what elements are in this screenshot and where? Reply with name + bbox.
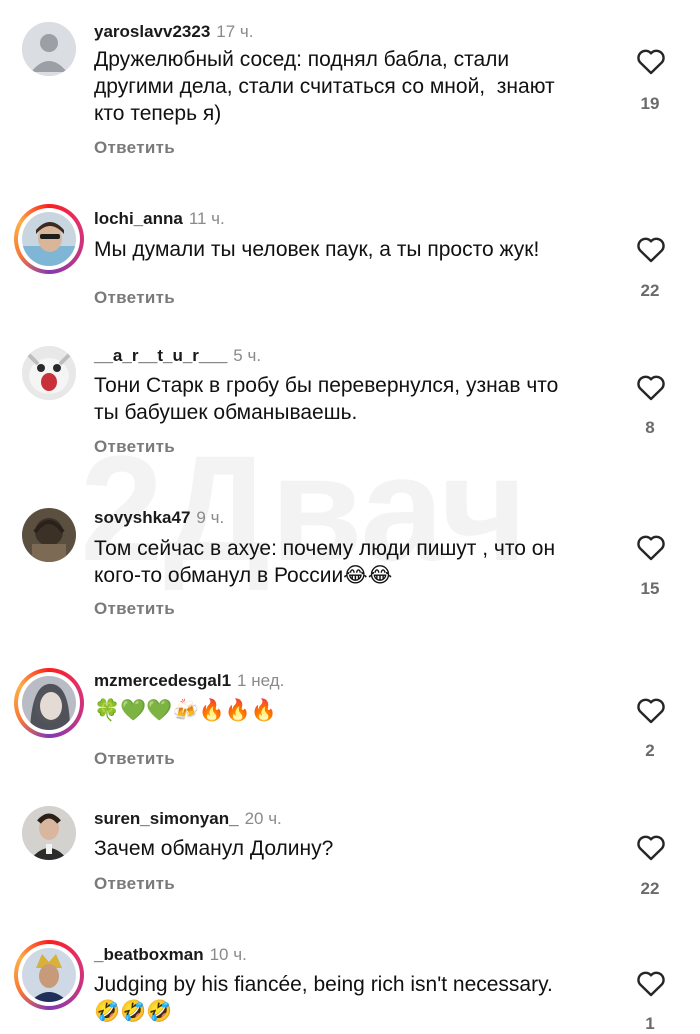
story-ring-gap bbox=[18, 208, 80, 270]
heart-outline-icon bbox=[637, 835, 665, 861]
username[interactable]: lochi_anna bbox=[94, 209, 183, 228]
reply-button[interactable]: Ответить bbox=[94, 138, 175, 158]
avatar[interactable] bbox=[22, 806, 76, 860]
like-button[interactable] bbox=[634, 966, 668, 1000]
avatar[interactable] bbox=[22, 22, 76, 76]
timestamp: 5 ч. bbox=[233, 346, 262, 365]
heart-outline-icon bbox=[637, 698, 665, 724]
comment-text: Мы думали ты человек паук, а ты просто ж… bbox=[94, 238, 540, 261]
story-ring-gap bbox=[18, 672, 80, 734]
avatar[interactable] bbox=[22, 346, 76, 400]
username[interactable]: mzmercedesgal1 bbox=[94, 671, 231, 690]
comment-meta: yaroslavv2323 17 ч. bbox=[94, 22, 254, 42]
avatar[interactable] bbox=[14, 204, 84, 274]
avatar-photo bbox=[22, 676, 76, 730]
like-button[interactable] bbox=[634, 370, 668, 404]
heart-outline-icon bbox=[637, 375, 665, 401]
avatar-photo bbox=[22, 508, 76, 562]
reply-button[interactable]: Ответить bbox=[94, 749, 175, 769]
like-count: 19 bbox=[640, 94, 660, 113]
like-count: 2 bbox=[645, 741, 655, 760]
comment-meta: suren_simonyan_ 20 ч. bbox=[94, 809, 282, 829]
username[interactable]: yaroslavv2323 bbox=[94, 22, 210, 41]
heart-outline-icon bbox=[637, 535, 665, 561]
timestamp: 1 нед. bbox=[237, 671, 285, 690]
heart-outline-icon bbox=[637, 237, 665, 263]
like-count: 15 bbox=[640, 579, 660, 598]
comment-text: Тони Старк в гробу бы перевернулся, узна… bbox=[94, 374, 559, 424]
avatar-photo bbox=[22, 948, 76, 1002]
comment-text: Judging by his fiancée, being rich isn't… bbox=[94, 973, 553, 1023]
reply-button[interactable]: Ответить bbox=[94, 288, 175, 308]
default-avatar-icon bbox=[22, 22, 76, 76]
like-button[interactable] bbox=[634, 530, 668, 564]
avatar[interactable] bbox=[14, 940, 84, 1010]
timestamp: 17 ч. bbox=[216, 22, 254, 41]
comment-meta: mzmercedesgal1 1 нед. bbox=[94, 671, 284, 691]
comment-text: 🍀💚💚🍻🔥🔥🔥 bbox=[94, 699, 278, 722]
comment-meta: __a_r__t_u_r___ 5 ч. bbox=[94, 346, 261, 366]
reply-button[interactable]: Ответить bbox=[94, 874, 175, 894]
timestamp: 10 ч. bbox=[209, 945, 247, 964]
reply-button[interactable]: Ответить bbox=[94, 437, 175, 457]
like-button[interactable] bbox=[634, 44, 668, 78]
comment-text: Том сейчас в ахуе: почему люди пишут , ч… bbox=[94, 537, 556, 587]
timestamp: 11 ч. bbox=[188, 209, 225, 228]
timestamp: 9 ч. bbox=[196, 508, 225, 527]
comment-meta: lochi_anna 11 ч. bbox=[94, 209, 225, 229]
avatar-photo bbox=[22, 346, 76, 400]
comment-text: Зачем обманул Долину? bbox=[94, 837, 334, 860]
heart-outline-icon bbox=[637, 49, 665, 75]
like-count: 1 bbox=[645, 1014, 655, 1033]
like-count: 22 bbox=[640, 281, 660, 300]
story-ring-gap bbox=[18, 944, 80, 1006]
like-count: 8 bbox=[645, 418, 655, 437]
comment-meta: sovyshka47 9 ч. bbox=[94, 508, 224, 528]
avatar[interactable] bbox=[22, 508, 76, 562]
heart-outline-icon bbox=[637, 971, 665, 997]
comment-meta: _beatboxman 10 ч. bbox=[94, 945, 247, 965]
comment-text: Дружелюбный сосед: поднял бабла, стали д… bbox=[94, 48, 555, 125]
like-button[interactable] bbox=[634, 232, 668, 266]
username[interactable]: _beatboxman bbox=[94, 945, 204, 964]
timestamp: 20 ч. bbox=[244, 809, 282, 828]
like-button[interactable] bbox=[634, 693, 668, 727]
like-count: 22 bbox=[640, 879, 660, 898]
username[interactable]: suren_simonyan_ bbox=[94, 809, 239, 828]
username[interactable]: __a_r__t_u_r___ bbox=[94, 346, 227, 365]
reply-button[interactable]: Ответить bbox=[94, 599, 175, 619]
avatar-photo bbox=[22, 806, 76, 860]
avatar[interactable] bbox=[14, 668, 84, 738]
like-button[interactable] bbox=[634, 830, 668, 864]
avatar-photo bbox=[22, 212, 76, 266]
username[interactable]: sovyshka47 bbox=[94, 508, 190, 527]
